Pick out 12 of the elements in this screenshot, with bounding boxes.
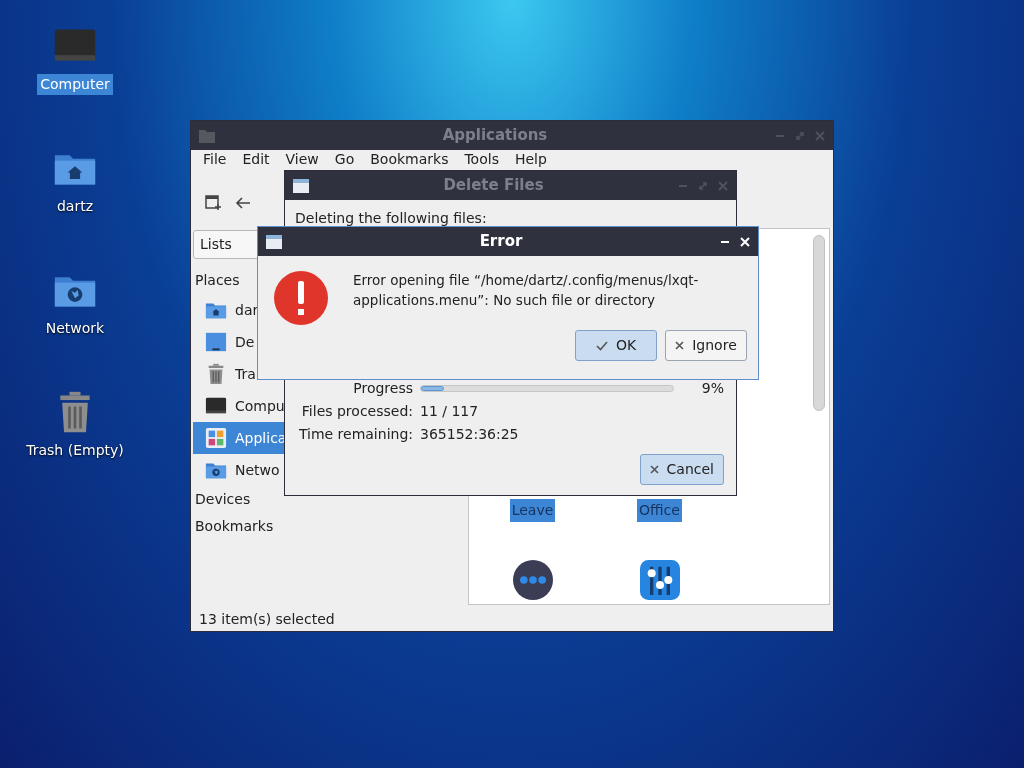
- info-value: 11 / 117: [420, 402, 480, 421]
- error-message: Error opening file “/home/dartz/.config/menus/lxqt-applications.menu”: No such file or directory: [353, 271, 700, 310]
- info-label: Time remaining:: [297, 425, 413, 444]
- window-title: Delete Files: [442, 175, 545, 197]
- info-value: 365152:36:25: [420, 425, 520, 444]
- info-label: Files processed:: [300, 402, 413, 421]
- percent-text: 9%: [700, 379, 724, 398]
- progress-label: Progress: [352, 379, 413, 398]
- heading-text: Deleting the following files:: [295, 209, 488, 228]
- window-title: Error: [478, 231, 524, 253]
- window-title: Applications: [441, 125, 549, 147]
- status-bar-text: 13 item(s) selected: [198, 609, 336, 629]
